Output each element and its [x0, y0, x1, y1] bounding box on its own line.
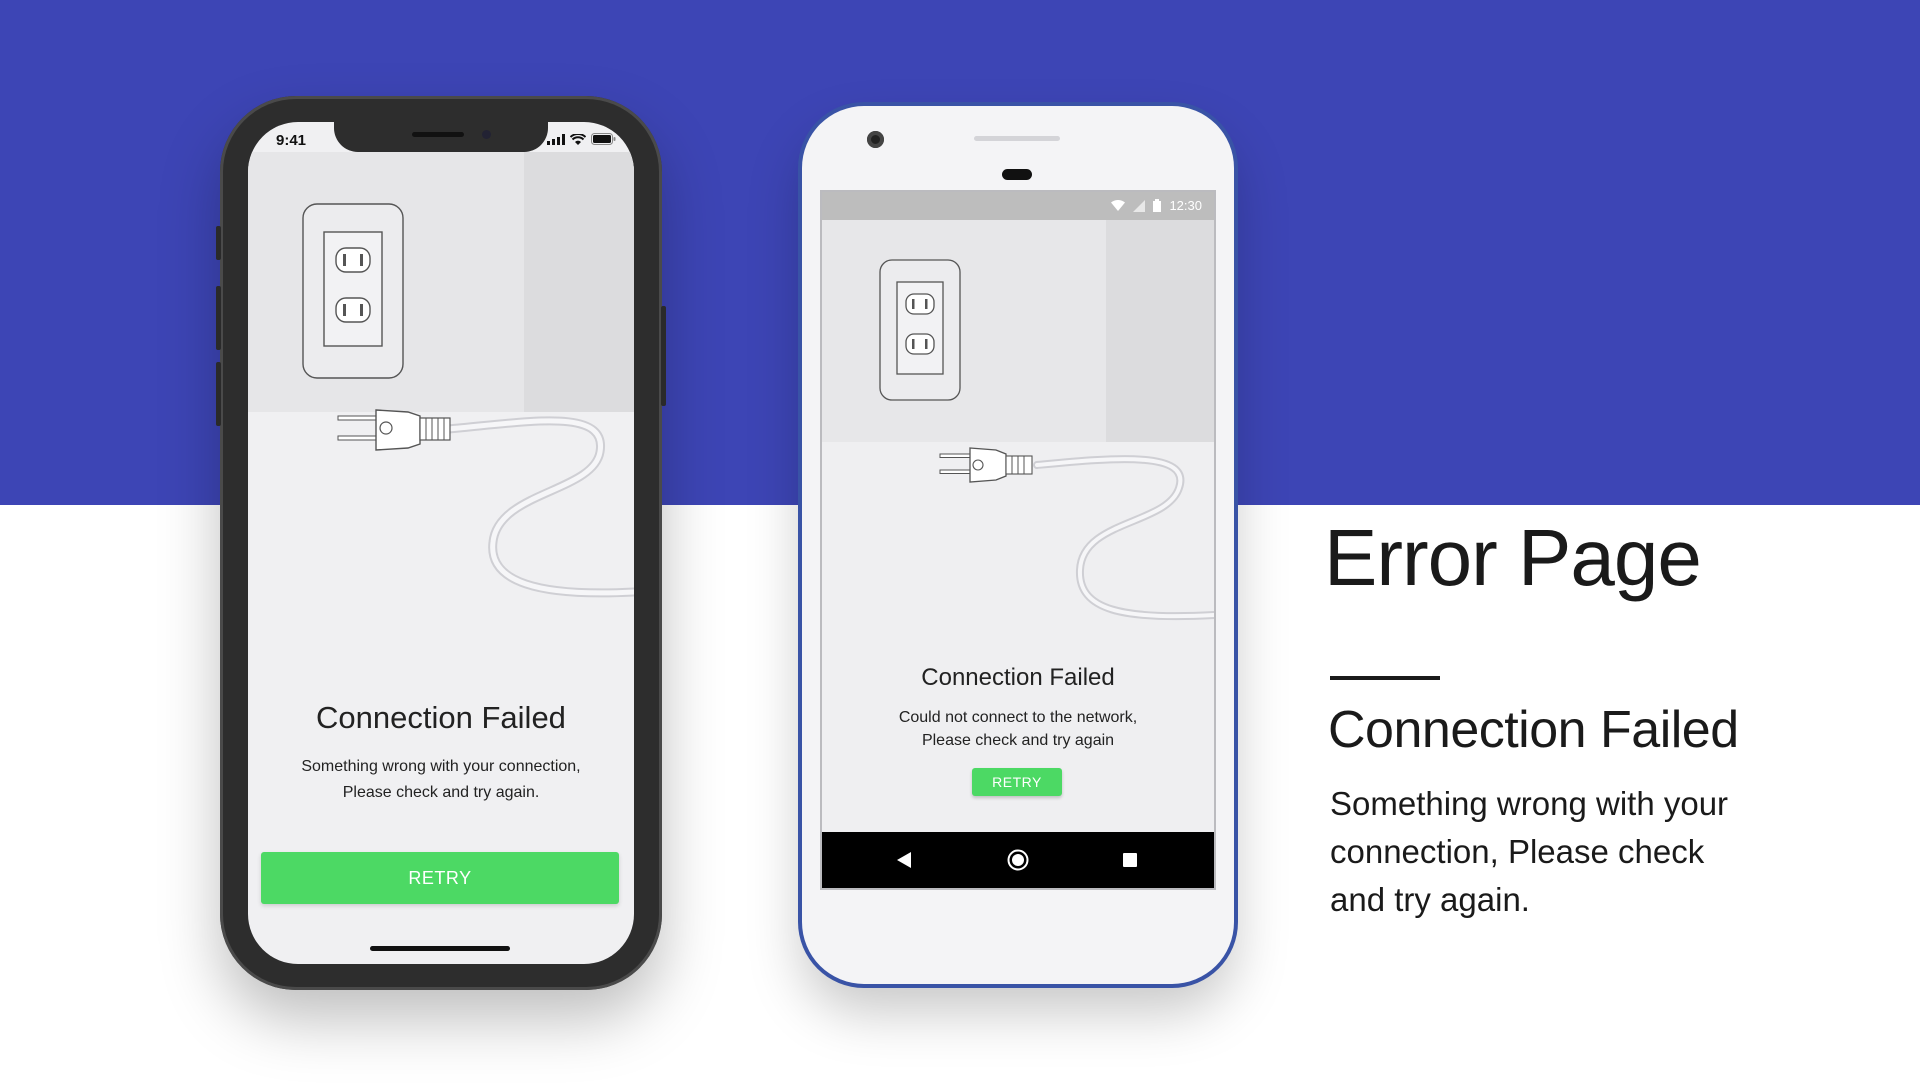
front-camera-icon — [867, 131, 884, 148]
home-indicator[interactable] — [370, 946, 510, 951]
error-title: Connection Failed — [921, 664, 1115, 691]
iphone-mockup: 9:41 Connection Failed Something wrong w… — [216, 96, 666, 990]
recents-icon — [1123, 853, 1137, 867]
android-mockup: 12:30 Connection Failed Could not connec… — [802, 106, 1234, 984]
recents-button[interactable] — [1100, 832, 1160, 888]
page-title: Error Page — [1324, 513, 1702, 602]
retry-button[interactable]: RETRY — [972, 768, 1062, 796]
battery-icon — [591, 133, 616, 145]
error-message: Something wrong with your connection, Pl… — [278, 754, 604, 806]
description-line2: connection, Please check — [1330, 833, 1705, 870]
earpiece — [1002, 169, 1032, 180]
speaker-grille — [974, 136, 1060, 141]
error-title: Connection Failed — [316, 700, 566, 735]
front-camera-icon — [482, 130, 491, 139]
error-message-line2: Please check and try again — [921, 732, 1115, 749]
divider — [1330, 676, 1440, 680]
page-description: Something wrong with your connection, Pl… — [1330, 780, 1790, 924]
android-screen: 12:30 Connection Failed Could not connec… — [822, 192, 1214, 888]
status-icons — [547, 133, 616, 145]
status-bar: 12:30 — [822, 192, 1214, 220]
battery-icon — [1153, 199, 1162, 212]
page-subtitle: Connection Failed — [1328, 701, 1739, 759]
unplugged-illustration — [822, 220, 1214, 660]
home-icon — [1007, 849, 1029, 871]
wifi-icon — [570, 133, 586, 145]
retry-button[interactable]: RETRY — [261, 852, 619, 904]
error-message-line1: Could not connect to the network, — [898, 709, 1138, 726]
volume-up-button — [216, 286, 221, 350]
error-message-line1: Something wrong with your connection, — [301, 758, 581, 775]
status-time: 9:41 — [276, 132, 307, 149]
power-button — [661, 306, 666, 406]
navigation-bar — [822, 832, 1214, 888]
speaker-grille — [412, 132, 464, 137]
signal-icon — [1133, 199, 1146, 212]
description-line3: and try again. — [1330, 881, 1530, 918]
description-line1: Something wrong with your — [1330, 785, 1729, 822]
unplugged-illustration — [248, 152, 634, 672]
error-message: Could not connect to the network, Please… — [852, 706, 1184, 752]
iphone-screen: 9:41 Connection Failed Something wrong w… — [248, 122, 634, 964]
error-message-line2: Please check and try again. — [342, 784, 540, 801]
signal-icon — [547, 133, 565, 145]
status-icons: 12:30 — [1111, 198, 1202, 213]
home-button[interactable] — [988, 832, 1048, 888]
volume-down-button — [216, 362, 221, 426]
back-icon — [897, 852, 911, 868]
wifi-icon — [1111, 200, 1126, 211]
status-time: 12:30 — [1169, 198, 1202, 213]
back-button[interactable] — [874, 832, 934, 888]
mute-switch — [216, 226, 221, 260]
notch — [334, 122, 548, 152]
